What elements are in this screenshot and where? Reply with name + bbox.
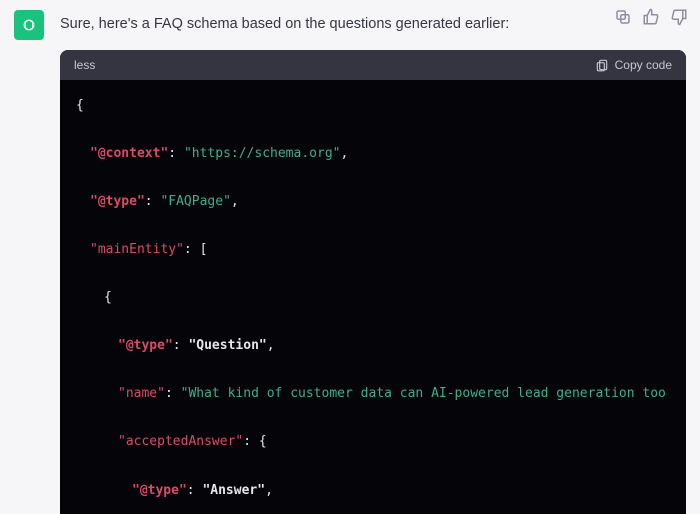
assistant-message: Sure, here's a FAQ schema based on the q… <box>0 0 700 514</box>
copy-code-label: Copy code <box>615 58 672 72</box>
thumbs-down-icon[interactable] <box>670 8 688 26</box>
copy-icon[interactable] <box>614 8 632 26</box>
code-block: less Copy code { "@context": "https://sc… <box>60 50 686 514</box>
thumbs-up-icon[interactable] <box>642 8 660 26</box>
message-actions <box>614 8 688 26</box>
assistant-intro-text: Sure, here's a FAQ schema based on the q… <box>60 14 686 36</box>
assistant-avatar <box>14 10 44 40</box>
copy-code-button[interactable]: Copy code <box>595 58 672 72</box>
code-lang-label: less <box>74 58 95 72</box>
clipboard-icon <box>595 58 609 72</box>
code-content[interactable]: { "@context": "https://schema.org", "@ty… <box>60 80 686 514</box>
code-header: less Copy code <box>60 50 686 80</box>
